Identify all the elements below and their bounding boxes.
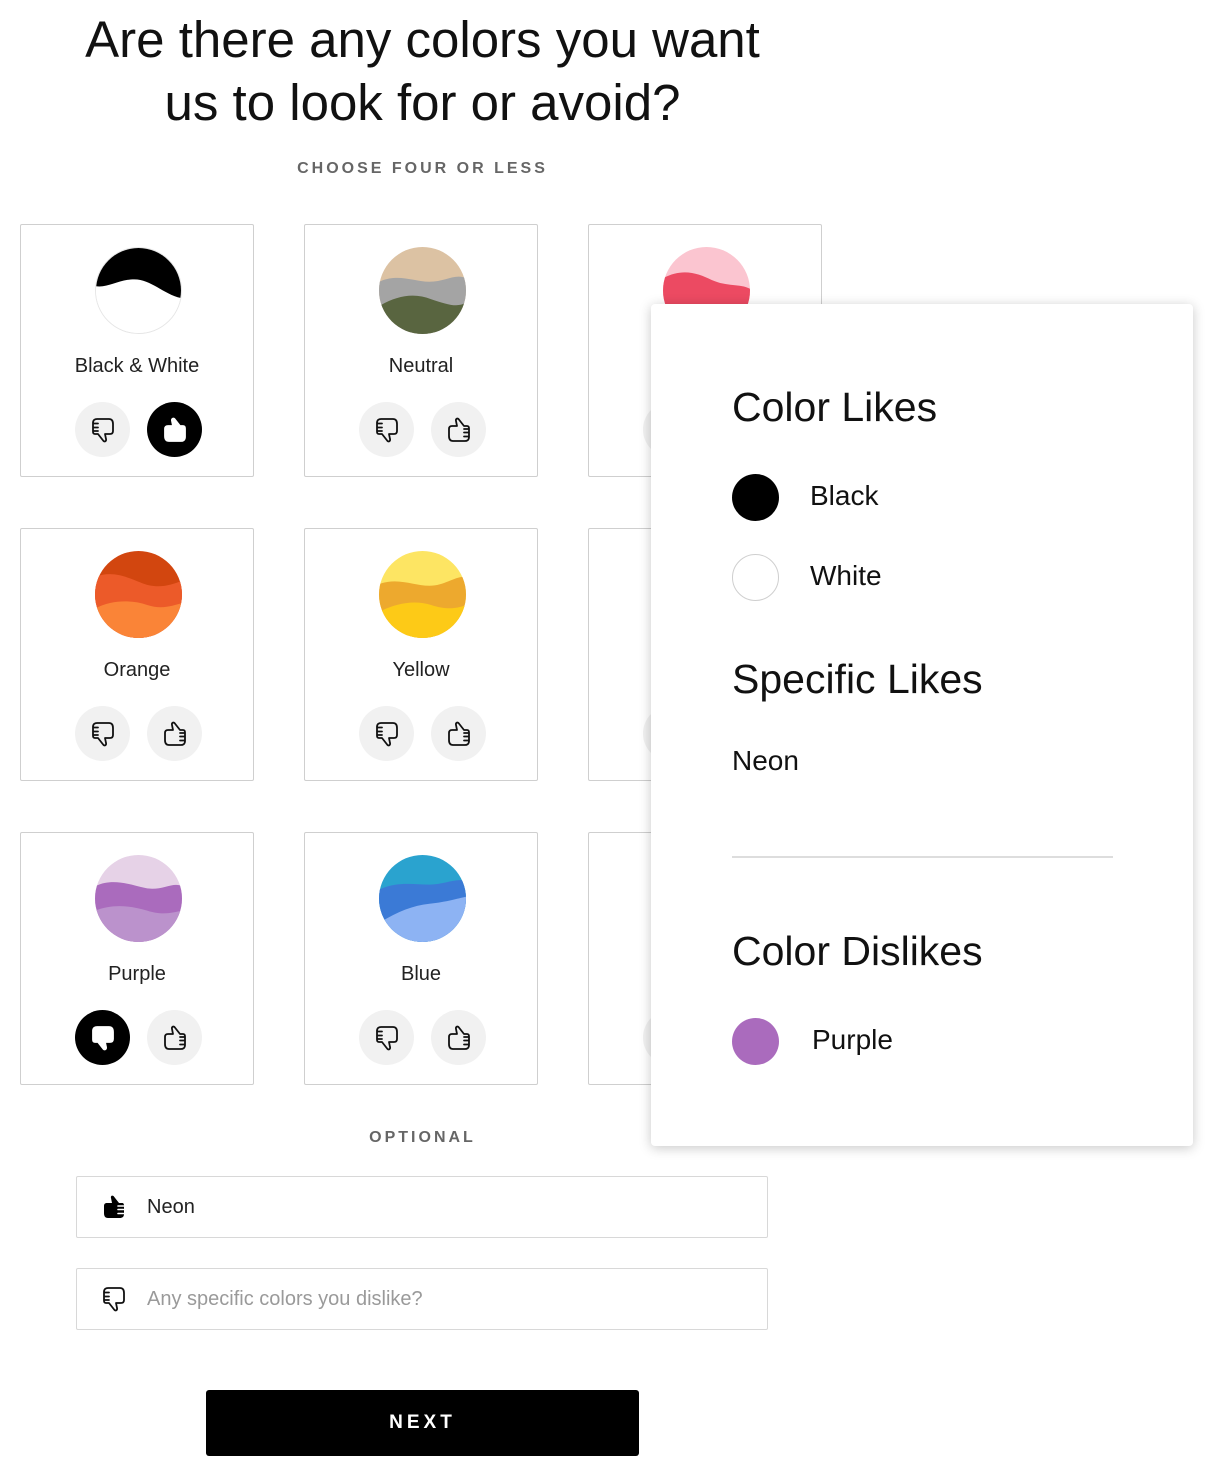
thumbs-up-icon bbox=[163, 721, 186, 746]
thumbs-down-icon bbox=[91, 1025, 114, 1050]
color-card-yellow: Yellow bbox=[304, 528, 538, 781]
page-title: Are there any colors you want us to look… bbox=[0, 8, 845, 134]
card-label: Yellow bbox=[392, 659, 450, 681]
dislike-button[interactable] bbox=[75, 402, 130, 457]
card-label: Neutral bbox=[388, 355, 454, 377]
thumbs-down-icon bbox=[375, 721, 398, 746]
dislike-button[interactable] bbox=[359, 706, 414, 761]
color-card-neutral: Neutral bbox=[304, 224, 538, 477]
like-button[interactable] bbox=[147, 706, 202, 761]
neutral-swatch bbox=[379, 247, 466, 334]
dislike-button[interactable] bbox=[75, 706, 130, 761]
thumbs-down-icon bbox=[375, 417, 398, 442]
like-button[interactable] bbox=[431, 1010, 486, 1065]
color-card-orange: Orange bbox=[20, 528, 254, 781]
black-white-swatch bbox=[95, 247, 182, 334]
card-label: Black & White bbox=[74, 355, 200, 377]
summary-dislike-label: Purple bbox=[812, 1024, 893, 1055]
color-dot bbox=[732, 474, 779, 521]
specific-likes-input[interactable] bbox=[147, 1177, 747, 1237]
thumbs-up-icon bbox=[447, 1025, 470, 1050]
dislike-button[interactable] bbox=[75, 1010, 130, 1065]
thumbs-up-icon bbox=[163, 417, 186, 442]
like-button[interactable] bbox=[431, 402, 486, 457]
purple-swatch bbox=[95, 855, 182, 942]
page-title-line-2: us to look for or avoid? bbox=[164, 74, 681, 131]
thumbs-down-icon bbox=[91, 417, 114, 442]
thumbs-up-icon bbox=[447, 721, 470, 746]
choose-hint: CHOOSE FOUR OR LESS bbox=[297, 160, 548, 177]
color-card-purple: Purple bbox=[20, 832, 254, 1085]
color-dislikes-heading: Color Dislikes bbox=[732, 928, 983, 974]
page-title-line-1: Are there any colors you want bbox=[85, 11, 760, 68]
summary-like-label: Black bbox=[810, 480, 879, 511]
yellow-swatch bbox=[379, 551, 466, 638]
next-button[interactable]: NEXT bbox=[206, 1390, 639, 1456]
specific-like-value: Neon bbox=[732, 745, 799, 776]
color-card-black-white: Black & White bbox=[20, 224, 254, 477]
thumbs-down-outline-icon bbox=[103, 1287, 125, 1312]
like-button[interactable] bbox=[147, 402, 202, 457]
preferences-summary-panel: Color Likes Black White Specific Likes N… bbox=[651, 304, 1193, 1146]
orange-swatch bbox=[95, 551, 182, 638]
specific-dislikes-field bbox=[76, 1268, 768, 1330]
dislike-button[interactable] bbox=[359, 402, 414, 457]
thumbs-down-icon bbox=[375, 1025, 398, 1050]
dislike-button[interactable] bbox=[359, 1010, 414, 1065]
specific-dislikes-input[interactable] bbox=[147, 1269, 747, 1329]
card-label: Blue bbox=[400, 963, 442, 985]
color-dot bbox=[732, 554, 779, 601]
thumbs-up-icon bbox=[163, 1025, 186, 1050]
color-card-blue: Blue bbox=[304, 832, 538, 1085]
specific-likes-heading: Specific Likes bbox=[732, 656, 983, 702]
like-button[interactable] bbox=[147, 1010, 202, 1065]
blue-swatch bbox=[379, 855, 466, 942]
color-dot bbox=[732, 1018, 779, 1065]
thumbs-up-filled-icon bbox=[104, 1195, 125, 1218]
summary-divider bbox=[732, 856, 1113, 858]
specific-likes-field bbox=[76, 1176, 768, 1238]
color-likes-heading: Color Likes bbox=[732, 384, 938, 430]
summary-like-label: White bbox=[810, 560, 882, 591]
card-label: Orange bbox=[103, 659, 171, 681]
like-button[interactable] bbox=[431, 706, 486, 761]
card-label: Purple bbox=[108, 963, 166, 985]
thumbs-up-icon bbox=[447, 417, 470, 442]
thumbs-down-icon bbox=[91, 721, 114, 746]
